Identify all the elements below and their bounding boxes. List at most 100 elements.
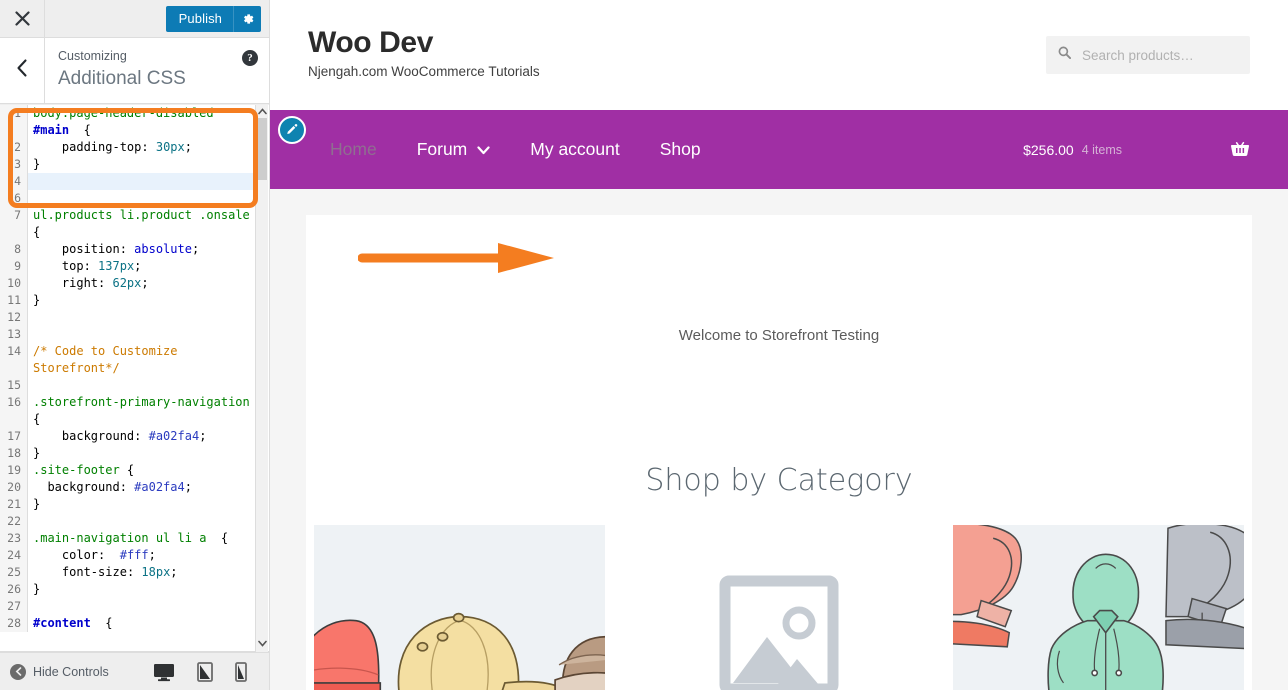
nav-link-my-account[interactable]: My account — [510, 139, 639, 160]
page-title: Additional CSS — [58, 68, 186, 89]
primary-navigation: Home Forum My account Shop $256.00 4 ite… — [270, 110, 1288, 189]
line-number: 20 — [0, 479, 28, 496]
code-line[interactable]: 17 background: #a02fa4; — [0, 428, 256, 445]
editor-scrollbar[interactable] — [255, 105, 268, 652]
publish-label: Publish — [178, 10, 222, 26]
code-line[interactable]: 27 — [0, 598, 256, 615]
shop-by-category-heading: Shop by Category — [645, 463, 913, 498]
search-icon — [1058, 46, 1071, 64]
code-line[interactable]: 4 — [0, 173, 256, 190]
code-line[interactable]: 10 right: 62px; — [0, 275, 256, 292]
line-number: 22 — [0, 513, 28, 530]
code-line[interactable]: 3} — [0, 156, 256, 173]
code-line[interactable]: 18} — [0, 445, 256, 462]
category-item-caps[interactable] — [314, 525, 606, 690]
code-line[interactable]: 9 top: 137px; — [0, 258, 256, 275]
code-line[interactable]: 14/* Code to Customize Storefront*/ — [0, 343, 256, 377]
code-text: font-size: 18px; — [61, 565, 178, 579]
code-text: ul.products li.product .onsale { — [33, 208, 250, 239]
scrollbar-thumb[interactable] — [257, 118, 267, 180]
code-line[interactable]: 12 — [0, 309, 256, 326]
cart-total: $256.00 — [1023, 141, 1074, 158]
code-text: .storefront-primary-navigation { — [33, 395, 250, 426]
code-line[interactable]: 26} — [0, 581, 256, 598]
line-number: 16 — [0, 394, 28, 428]
nav-links: Home Forum My account Shop — [310, 139, 721, 160]
device-desktop-button[interactable] — [149, 662, 179, 690]
device-mobile-button[interactable] — [235, 661, 247, 682]
code-line[interactable]: 6 — [0, 190, 256, 207]
code-text: } — [33, 293, 41, 307]
customizer-panel-header: Customizing Additional CSS ? — [0, 38, 269, 104]
line-number: 24 — [0, 547, 28, 564]
site-title: Woo Dev — [308, 26, 433, 59]
site-branding[interactable]: Woo Dev Njengah.com WooCommerce Tutorial… — [308, 26, 540, 79]
product-search[interactable] — [1046, 36, 1250, 74]
search-input[interactable] — [1080, 46, 1238, 64]
scroll-up-arrow[interactable] — [256, 105, 268, 118]
chevron-left-icon — [16, 59, 28, 82]
code-line[interactable]: 7 ul.products li.product .onsale { — [0, 207, 256, 241]
code-line[interactable]: 19 .site-footer { — [0, 462, 256, 479]
nav-link-label: My account — [530, 139, 620, 159]
code-line[interactable]: 24 color: #fff; — [0, 547, 256, 564]
code-line[interactable]: 23 .main-navigation ul li a { — [0, 530, 256, 547]
hide-controls-button[interactable]: Hide Controls — [10, 663, 109, 680]
device-tablet-button[interactable] — [197, 661, 213, 682]
code-text: background: #a02fa4; — [47, 480, 192, 494]
line-number: 27 — [0, 598, 28, 615]
cart-summary[interactable]: $256.00 4 items — [1023, 141, 1250, 159]
code-text: /* Code to Customize Storefront*/ — [33, 344, 185, 375]
line-number: 13 — [0, 326, 28, 343]
category-item-placeholder[interactable] — [633, 525, 925, 690]
scroll-down-arrow[interactable] — [256, 637, 268, 650]
nav-link-label: Shop — [659, 139, 701, 159]
caps-illustration — [314, 525, 606, 690]
pencil-icon[interactable] — [278, 116, 306, 144]
code-line[interactable]: 28 #content { — [0, 615, 256, 632]
code-line[interactable]: 16 .storefront-primary-navigation { — [0, 394, 256, 428]
basket-icon[interactable] — [1230, 141, 1250, 159]
code-text: top: 137px; — [61, 259, 142, 273]
nav-link-shop[interactable]: Shop — [640, 139, 721, 160]
code-line[interactable]: 1 body.page-header-disabled #main { — [0, 105, 256, 139]
chevron-down-icon[interactable] — [477, 139, 490, 160]
code-line[interactable]: 15 — [0, 377, 256, 394]
line-number: 15 — [0, 377, 28, 394]
line-number: 11 — [0, 292, 28, 309]
content-card: Welcome to Storefront Testing Shop by Ca… — [306, 215, 1252, 690]
nav-link-home[interactable]: Home — [310, 139, 397, 160]
line-number: 18 — [0, 445, 28, 462]
code-line[interactable]: 11} — [0, 292, 256, 309]
close-customizer-button[interactable] — [0, 0, 45, 37]
code-line[interactable]: 2 padding-top: 30px; — [0, 139, 256, 156]
scrollbar-track[interactable] — [256, 118, 268, 639]
line-number: 17 — [0, 428, 28, 445]
code-line[interactable]: 8 position: absolute; — [0, 241, 256, 258]
help-icon[interactable]: ? — [242, 50, 258, 66]
css-code-editor[interactable]: 1 body.page-header-disabled #main {2 padd… — [0, 105, 256, 651]
code-line[interactable]: 25 font-size: 18px; — [0, 564, 256, 581]
category-grid — [314, 525, 1244, 690]
code-text: background: #a02fa4; — [61, 429, 207, 443]
line-number: 21 — [0, 496, 28, 513]
customizer-sidebar: Publish Customizing Additional CSS ? 1 bo — [0, 0, 270, 690]
line-number: 4 — [0, 173, 28, 190]
category-item-hoodies[interactable] — [952, 525, 1244, 690]
code-line[interactable]: 21} — [0, 496, 256, 513]
nav-link-forum[interactable]: Forum — [397, 139, 511, 160]
gear-icon[interactable] — [233, 5, 261, 32]
back-button[interactable] — [0, 38, 45, 103]
code-line[interactable]: 13 — [0, 326, 256, 343]
image-placeholder-icon — [719, 575, 839, 690]
code-line[interactable]: 22 — [0, 513, 256, 530]
customizer-topbar: Publish — [0, 0, 269, 38]
code-text: right: 62px; — [61, 276, 149, 290]
code-line[interactable]: 20 background: #a02fa4; — [0, 479, 256, 496]
publish-button[interactable]: Publish — [165, 5, 261, 32]
line-number: 28 — [0, 615, 28, 632]
